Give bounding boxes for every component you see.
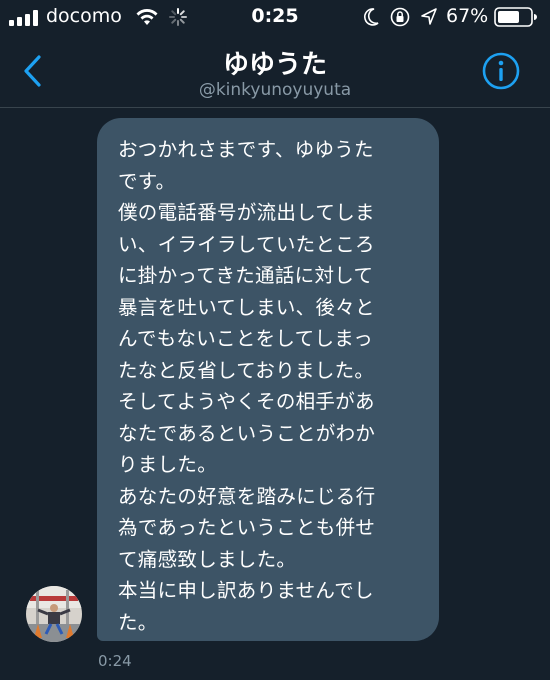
location-arrow-icon bbox=[421, 8, 437, 25]
dm-conversation-screen: docomo 0:25 67% ゆゆうた @kinkyunoyuyuta おつか… bbox=[0, 0, 550, 680]
orientation-lock-icon bbox=[390, 7, 410, 27]
sender-avatar[interactable] bbox=[26, 586, 82, 642]
user-handle: @kinkyunoyuyuta bbox=[198, 80, 352, 100]
message-bubble[interactable]: おつかれさまです、ゆゆうた です。 僕の電話番号が流出してしま い、イライラして… bbox=[97, 118, 439, 641]
message-timestamp: 0:24 bbox=[98, 652, 132, 670]
info-icon[interactable] bbox=[481, 51, 521, 91]
status-bar: docomo 0:25 67% bbox=[0, 0, 550, 34]
battery-percent: 67% bbox=[446, 5, 489, 27]
moon-icon bbox=[364, 8, 379, 26]
conversation-title: ゆゆうた bbox=[222, 50, 327, 80]
battery-icon bbox=[494, 7, 537, 27]
conversation-header: ゆゆうた @kinkyunoyuyuta bbox=[0, 34, 550, 108]
